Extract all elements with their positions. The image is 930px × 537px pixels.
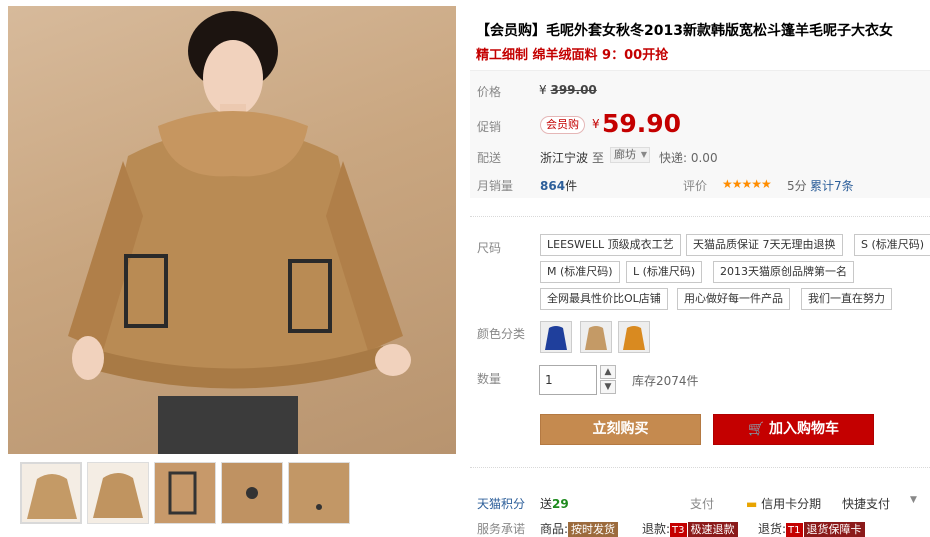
chevron-down-icon: ▼ — [640, 150, 647, 159]
service-refund-code: T3 — [670, 523, 687, 537]
product-gallery — [0, 0, 462, 537]
coat-model-illustration — [68, 11, 411, 454]
size-option[interactable]: 2013天猫原创品牌第一名 — [713, 261, 854, 283]
size-option[interactable]: M (标准尺码) — [540, 261, 620, 283]
color-swatch-orange[interactable] — [618, 321, 650, 353]
member-badge: 会员购 — [540, 116, 585, 134]
size-option[interactable]: 天猫品质保证 7天无理由退换 — [686, 234, 843, 256]
thumbnail-strip — [8, 458, 456, 537]
chevron-down-icon[interactable]: ▼ — [910, 495, 917, 505]
points-send: 送 — [540, 497, 553, 511]
buy-now-button[interactable]: 立刻购买 — [540, 414, 701, 445]
product-subtitle: 精工细制 绵羊绒面料 9：00开抢 — [476, 48, 669, 63]
size-option[interactable]: LEESWELL 顶级成衣工艺 — [540, 234, 681, 256]
quantity-input[interactable] — [539, 365, 597, 395]
credit-card-icon: ▬ — [746, 497, 758, 511]
original-price-value: 399.00 — [550, 83, 597, 97]
thumbnail[interactable] — [20, 462, 82, 524]
main-product-image[interactable] — [8, 6, 456, 454]
promo-label: 促销 — [477, 120, 502, 134]
color-label: 颜色分类 — [477, 327, 526, 341]
service-goods-label: 商品: — [540, 522, 569, 536]
shipping-label: 配送 — [477, 151, 502, 165]
shipping-from: 浙江宁波 — [540, 151, 589, 165]
service-return-tag: 退货保障卡 — [803, 522, 865, 537]
promo-currency: ¥ — [592, 117, 600, 131]
quantity-label: 数量 — [477, 372, 502, 386]
thumbnail[interactable] — [154, 462, 216, 524]
credit-installment-label: 信用卡分期 — [761, 497, 822, 511]
price-label: 价格 — [477, 85, 502, 99]
size-option[interactable]: L (标准尺码) — [626, 261, 703, 283]
service-return-code: T1 — [786, 523, 803, 537]
monthly-sales-label: 月销量 — [477, 179, 514, 193]
thumbnail[interactable] — [87, 462, 149, 524]
chevron-down-icon[interactable]: ▼ — [600, 380, 616, 394]
sales-unit: 件 — [565, 179, 578, 193]
cart-icon: 🛒 — [747, 422, 765, 437]
currency-symbol: ¥ — [539, 83, 547, 97]
service-refund-tag: 极速退款 — [687, 522, 738, 537]
add-to-cart-button[interactable]: 🛒 加入购物车 — [713, 414, 874, 445]
payment-label: 支付 — [690, 497, 715, 511]
stock-count: 库存2074件 — [632, 374, 699, 388]
service-goods-tag: 按时发货 — [568, 522, 619, 537]
size-option[interactable]: 全网最具性价比OL店铺 — [540, 288, 668, 310]
rating-label: 评价 — [683, 179, 708, 193]
shipping-to-word: 至 — [592, 151, 605, 165]
express-fee: 快递: 0.00 — [659, 151, 718, 165]
points-value: 送29 — [540, 495, 569, 512]
quick-pay[interactable]: 快捷支付 — [842, 495, 890, 512]
rating-score: 5分 — [787, 179, 807, 193]
thumbnail[interactable] — [288, 462, 350, 524]
divider — [470, 216, 930, 217]
service-refund: 退款: T3 极速退款 — [642, 520, 738, 537]
color-swatch-blue[interactable] — [540, 321, 572, 353]
points-number: 29 — [552, 497, 569, 511]
service-goods: 商品: 按时发货 — [540, 520, 619, 537]
service-return-label: 退货: — [758, 522, 787, 536]
promo-price: 59.90 — [602, 109, 682, 138]
service-label: 服务承诺 — [477, 522, 526, 536]
service-refund-label: 退款: — [642, 522, 671, 536]
monthly-sales: 864件 — [540, 177, 577, 194]
sales-count: 864 — [540, 179, 566, 193]
divider — [470, 467, 930, 468]
points-label[interactable]: 天猫积分 — [477, 495, 525, 512]
service-return: 退货: T1 退货保障卡 — [758, 520, 865, 537]
original-price: ¥ 399.00 — [539, 83, 597, 97]
size-label: 尺码 — [477, 241, 502, 255]
destination-city: 廊坊 — [614, 148, 636, 161]
product-title: 【会员购】毛呢外套女秋冬2013新款韩版宽松斗篷羊毛呢子大衣女 — [476, 23, 893, 39]
size-option[interactable]: 我们一直在努力 — [801, 288, 892, 310]
destination-select[interactable]: 廊坊 ▼ — [610, 147, 650, 163]
reviews-link[interactable]: 累计7条 — [810, 177, 854, 194]
add-to-cart-label: 加入购物车 — [769, 421, 840, 437]
star-icon: ★★★★★ — [722, 177, 772, 191]
thumbnail[interactable] — [221, 462, 283, 524]
color-swatch-camel[interactable] — [580, 321, 612, 353]
credit-installment[interactable]: ▬ 信用卡分期 — [746, 495, 821, 512]
size-option[interactable]: 用心做好每一件产品 — [677, 288, 790, 310]
size-option[interactable]: S (标准尺码) — [854, 234, 930, 256]
chevron-up-icon[interactable]: ▲ — [600, 365, 616, 379]
